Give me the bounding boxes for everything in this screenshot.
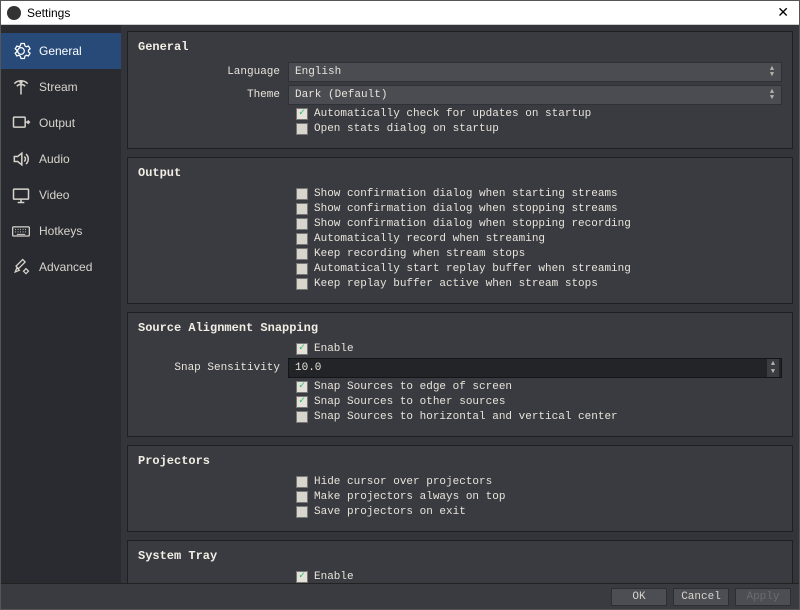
checkbox-confirm-stop-rec[interactable]: Show confirmation dialog when stopping r… xyxy=(296,218,782,230)
checkbox-auto-update[interactable]: Automatically check for updates on start… xyxy=(296,108,782,120)
settings-scroll[interactable]: General Language English ▲▼ Theme Dark (… xyxy=(127,31,795,583)
checkbox-snap-other[interactable]: Snap Sources to other sources xyxy=(296,396,782,408)
row-theme: Theme Dark (Default) ▲▼ xyxy=(138,85,782,105)
titlebar: Settings ✕ xyxy=(1,1,799,25)
group-projectors: Projectors Hide cursor over projectors M… xyxy=(127,445,793,532)
sidebar-item-label: Video xyxy=(39,188,69,202)
sidebar: General Stream Output Audio Video Hotkey… xyxy=(1,25,121,583)
checkbox-snap-center[interactable]: Snap Sources to horizontal and vertical … xyxy=(296,411,782,423)
row-snap-sensitivity: Snap Sensitivity 10.0 ▲▼ xyxy=(138,358,782,378)
check-icon xyxy=(296,396,308,408)
sidebar-item-hotkeys[interactable]: Hotkeys xyxy=(1,213,121,249)
settings-window: Settings ✕ General Stream Output Audio xyxy=(0,0,800,610)
app-icon xyxy=(7,6,21,20)
sidebar-item-output[interactable]: Output xyxy=(1,105,121,141)
checkbox-systray-enable[interactable]: Enable xyxy=(296,571,782,583)
checkbox-keep-recording[interactable]: Keep recording when stream stops xyxy=(296,248,782,260)
group-output: Output Show confirmation dialog when sta… xyxy=(127,157,793,304)
checkbox-icon xyxy=(296,476,308,488)
checkbox-auto-record[interactable]: Automatically record when streaming xyxy=(296,233,782,245)
group-title: General xyxy=(138,40,782,54)
theme-label: Theme xyxy=(138,89,288,101)
language-value: English xyxy=(295,66,341,78)
group-title: System Tray xyxy=(138,549,782,563)
group-title: Source Alignment Snapping xyxy=(138,321,782,335)
sidebar-item-audio[interactable]: Audio xyxy=(1,141,121,177)
chevron-updown-icon: ▲▼ xyxy=(766,86,778,104)
check-icon xyxy=(296,571,308,583)
checkbox-save-exit[interactable]: Save projectors on exit xyxy=(296,506,782,518)
speaker-icon xyxy=(11,149,31,169)
checkbox-snap-enable[interactable]: Enable xyxy=(296,343,782,355)
checkbox-icon xyxy=(296,123,308,135)
tools-icon xyxy=(11,257,31,277)
window-body: General Stream Output Audio Video Hotkey… xyxy=(1,25,799,583)
ok-button[interactable]: OK xyxy=(611,588,667,606)
output-icon xyxy=(11,113,31,133)
check-icon xyxy=(296,343,308,355)
sidebar-item-label: Output xyxy=(39,116,75,130)
cancel-button[interactable]: Cancel xyxy=(673,588,729,606)
sidebar-item-general[interactable]: General xyxy=(1,33,121,69)
sidebar-item-label: Hotkeys xyxy=(39,224,82,238)
checkbox-icon xyxy=(296,263,308,275)
group-title: Output xyxy=(138,166,782,180)
sidebar-item-label: Audio xyxy=(39,152,70,166)
checkbox-hide-cursor[interactable]: Hide cursor over projectors xyxy=(296,476,782,488)
sidebar-item-video[interactable]: Video xyxy=(1,177,121,213)
checkbox-keep-replay[interactable]: Keep replay buffer active when stream st… xyxy=(296,278,782,290)
monitor-icon xyxy=(11,185,31,205)
group-systray: System Tray Enable Minimize to system tr… xyxy=(127,540,793,583)
checkbox-icon xyxy=(296,218,308,230)
spinner-arrows-icon[interactable]: ▲▼ xyxy=(767,359,779,377)
language-label: Language xyxy=(138,66,288,78)
footer: OK Cancel Apply xyxy=(1,583,799,609)
gear-icon xyxy=(11,41,31,61)
snap-sensitivity-label: Snap Sensitivity xyxy=(138,362,288,374)
checkbox-icon xyxy=(296,233,308,245)
chevron-updown-icon: ▲▼ xyxy=(766,63,778,81)
sidebar-item-label: General xyxy=(39,44,82,58)
sidebar-item-advanced[interactable]: Advanced xyxy=(1,249,121,285)
check-icon xyxy=(296,108,308,120)
sidebar-item-label: Stream xyxy=(39,80,78,94)
antenna-icon xyxy=(11,77,31,97)
group-snapping: Source Alignment Snapping Enable Snap Se… xyxy=(127,312,793,437)
checkbox-confirm-stop[interactable]: Show confirmation dialog when stopping s… xyxy=(296,203,782,215)
language-select[interactable]: English ▲▼ xyxy=(288,62,782,82)
checkbox-always-top[interactable]: Make projectors always on top xyxy=(296,491,782,503)
checkbox-icon xyxy=(296,278,308,290)
keyboard-icon xyxy=(11,221,31,241)
group-title: Projectors xyxy=(138,454,782,468)
checkbox-icon xyxy=(296,491,308,503)
checkbox-open-stats[interactable]: Open stats dialog on startup xyxy=(296,123,782,135)
theme-select[interactable]: Dark (Default) ▲▼ xyxy=(288,85,782,105)
close-icon[interactable]: ✕ xyxy=(773,4,793,21)
checkbox-icon xyxy=(296,248,308,260)
snap-sensitivity-input[interactable]: 10.0 ▲▼ xyxy=(288,358,782,378)
checkbox-icon xyxy=(296,203,308,215)
main-panel: General Language English ▲▼ Theme Dark (… xyxy=(121,25,799,583)
checkbox-icon xyxy=(296,411,308,423)
checkbox-icon xyxy=(296,506,308,518)
sidebar-item-stream[interactable]: Stream xyxy=(1,69,121,105)
checkbox-auto-replay[interactable]: Automatically start replay buffer when s… xyxy=(296,263,782,275)
row-language: Language English ▲▼ xyxy=(138,62,782,82)
checkbox-confirm-start[interactable]: Show confirmation dialog when starting s… xyxy=(296,188,782,200)
checkbox-icon xyxy=(296,188,308,200)
snap-sensitivity-value: 10.0 xyxy=(295,362,321,374)
apply-button[interactable]: Apply xyxy=(735,588,791,606)
theme-value: Dark (Default) xyxy=(295,89,387,101)
window-title: Settings xyxy=(27,6,773,20)
checkbox-snap-edge[interactable]: Snap Sources to edge of screen xyxy=(296,381,782,393)
sidebar-item-label: Advanced xyxy=(39,260,92,274)
check-icon xyxy=(296,381,308,393)
group-general: General Language English ▲▼ Theme Dark (… xyxy=(127,31,793,149)
